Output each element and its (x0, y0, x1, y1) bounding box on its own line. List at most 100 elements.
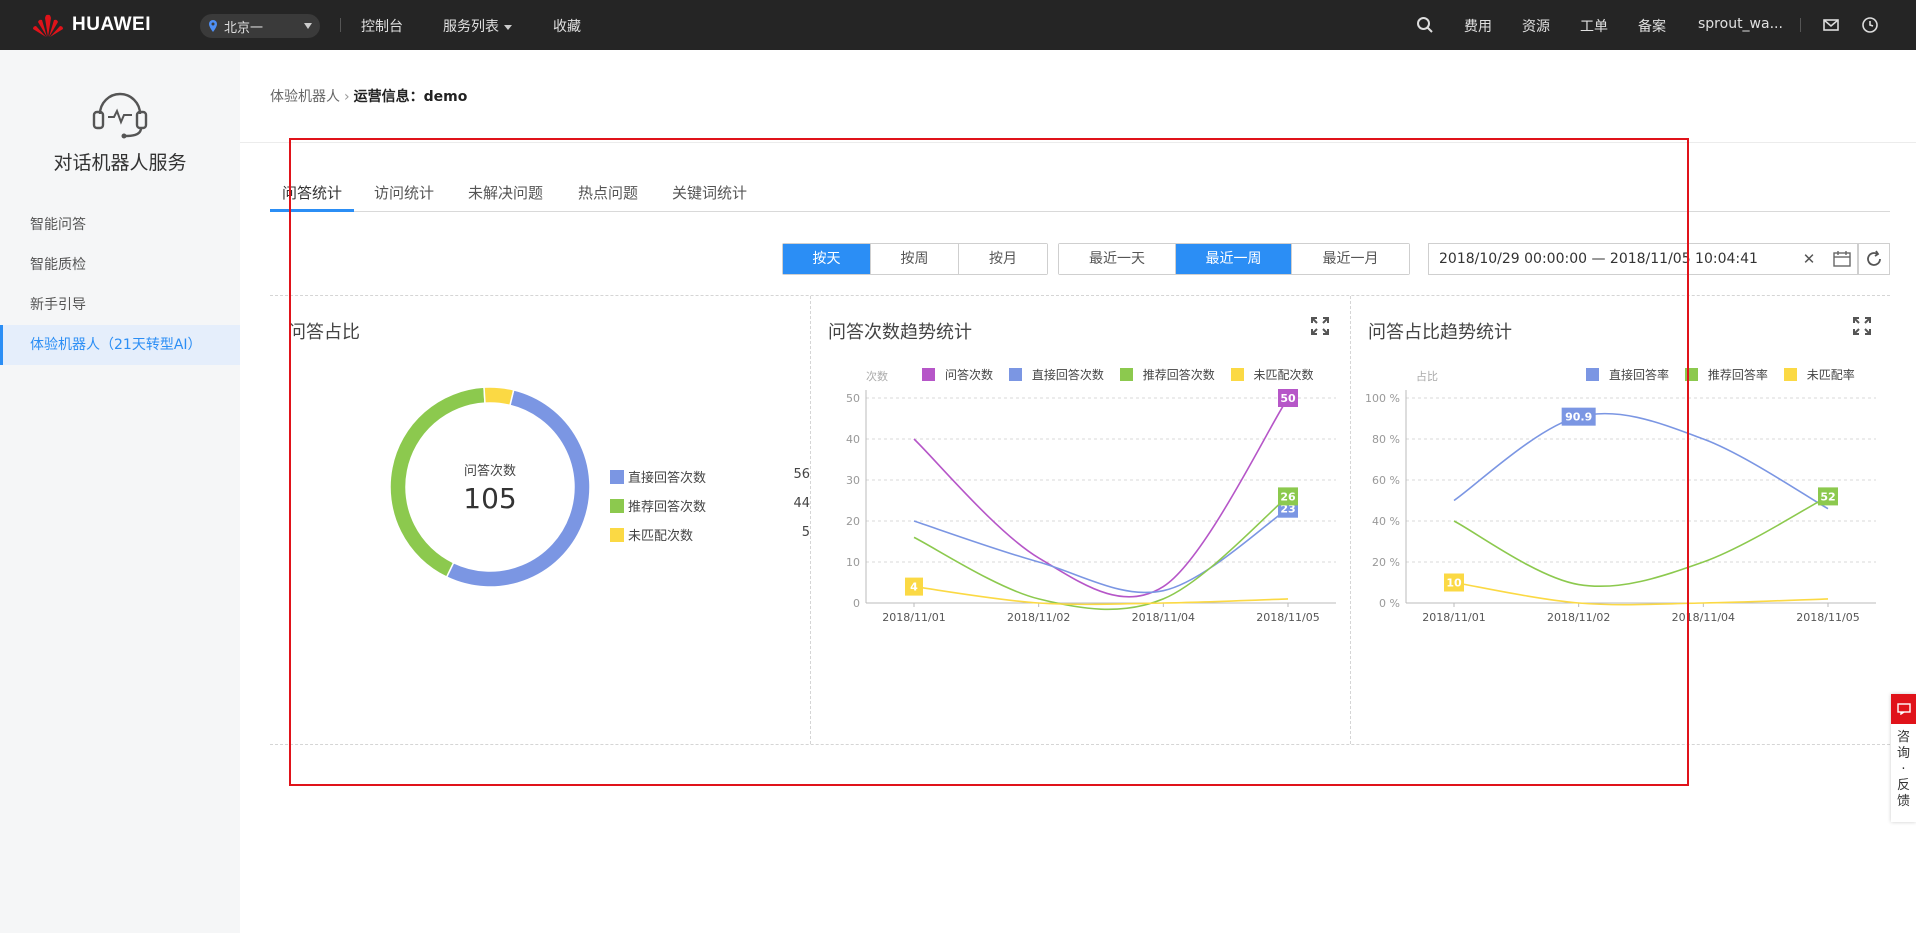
refresh-button[interactable] (1858, 243, 1890, 275)
data-label: 4 (910, 581, 918, 594)
nav-tickets[interactable]: 工单 (1580, 16, 1608, 36)
legend-item[interactable]: 未匹配次数 5 (610, 524, 810, 544)
nav-favorites[interactable]: 收藏 (553, 16, 581, 36)
breadcrumb-separator: › (344, 89, 350, 105)
y-tick-label: 100 % (1365, 392, 1400, 405)
legend-swatch (610, 528, 624, 542)
calendar-icon[interactable] (1833, 251, 1851, 267)
stats-panels: 问答占比 问答次数 105 直接回答次数 56 推荐回答次数 44 未匹配次数 5 问… (270, 295, 1890, 745)
data-label: 90.9 (1565, 411, 1592, 424)
x-tick-label: 2018/11/05 (1256, 611, 1319, 624)
brand-name: HUAWEI (72, 14, 151, 35)
nav-resources[interactable]: 资源 (1522, 16, 1550, 36)
legend-label: 推荐回答次数 (628, 500, 707, 515)
mail-icon[interactable] (1822, 16, 1840, 34)
donut-chart (389, 386, 591, 588)
x-tick-label: 2018/11/04 (1672, 611, 1735, 624)
date-range-input[interactable]: 2018/10/29 00:00:00 — 2018/11/05 10:04:4… (1428, 243, 1858, 275)
granularity-toggle: 按天 按周 按月 (782, 243, 1048, 275)
legend-label: 未匹配次数 (628, 529, 694, 544)
x-tick-label: 2018/11/04 (1132, 611, 1195, 624)
clear-icon[interactable]: ✕ (1799, 244, 1819, 274)
data-label: 50 (1280, 392, 1296, 405)
huawei-logo-icon (33, 14, 63, 38)
user-menu[interactable]: sprout_wa... (1698, 16, 1783, 32)
search-icon[interactable] (1416, 16, 1434, 34)
series-line (1453, 412, 1829, 510)
nav-service-list[interactable]: 服务列表 (443, 16, 512, 36)
feedback-label: 咨询 · 反馈 (1896, 730, 1910, 809)
ratio-panel: 问答占比 问答次数 105 直接回答次数 56 推荐回答次数 44 未匹配次数 5 (270, 296, 810, 744)
legend-value: 56 (793, 467, 810, 482)
donut-center-label: 问答次数 (463, 464, 516, 479)
location-pin-icon (209, 20, 217, 32)
y-tick-label: 10 (846, 556, 860, 569)
x-tick-label: 2018/11/02 (1547, 611, 1610, 624)
y-tick-label: 20 % (1372, 556, 1400, 569)
region-selector[interactable]: 北京一 (200, 14, 320, 38)
by-day-button[interactable]: 按天 (783, 244, 871, 274)
divider (240, 142, 1916, 143)
huawei-logo[interactable]: HUAWEI (30, 12, 151, 38)
y-tick-label: 0 (853, 597, 860, 610)
breadcrumb-parent[interactable]: 体验机器人 (270, 89, 340, 105)
sidebar-item-quality-check[interactable]: 智能质检 (0, 245, 240, 285)
series-line (1453, 581, 1829, 606)
nav-icp[interactable]: 备案 (1638, 16, 1666, 36)
y-tick-label: 40 % (1372, 515, 1400, 528)
clock-icon[interactable] (1861, 16, 1879, 34)
sidebar: 对话机器人服务 智能问答 智能质检 新手引导 体验机器人（21天转型AI） (0, 50, 240, 933)
legend-item[interactable]: 推荐回答次数 44 (610, 495, 810, 515)
refresh-icon (1867, 250, 1881, 266)
x-tick-label: 2018/11/01 (882, 611, 945, 624)
legend-value: 5 (801, 525, 810, 540)
stats-tabs: 问答统计 访问统计 未解决问题 热点问题 关键词统计 (270, 180, 1890, 212)
x-tick-label: 2018/11/02 (1007, 611, 1070, 624)
chat-icon (1891, 694, 1916, 724)
tab-keyword-stats[interactable]: 关键词统计 (672, 180, 747, 212)
divider (340, 18, 341, 32)
ratio-trend-chart: 占比 0 % 20 % 40 % 60 % 80 % 100 % 2018/11/01 2018… (1365, 369, 1876, 624)
legend-swatch (610, 470, 624, 484)
data-label: 52 (1820, 490, 1835, 503)
feedback-widget[interactable]: 咨询 · 反馈 (1891, 694, 1916, 822)
chevron-down-icon (304, 23, 312, 29)
series-line (913, 397, 1289, 598)
nav-billing[interactable]: 费用 (1464, 16, 1492, 36)
data-label: 26 (1280, 490, 1296, 503)
last-week-button[interactable]: 最近一周 (1176, 244, 1292, 274)
top-nav-bar: HUAWEI 北京一 控制台 服务列表 收藏 费用 资源 工单 备案 sprou… (0, 0, 1916, 50)
sidebar-item-demo-robot[interactable]: 体验机器人（21天转型AI） (0, 325, 240, 365)
breadcrumb: 体验机器人 › 运营信息：demo (270, 86, 467, 106)
tab-unresolved[interactable]: 未解决问题 (468, 180, 543, 212)
x-tick-label: 2018/11/05 (1796, 611, 1859, 624)
last-day-button[interactable]: 最近一天 (1059, 244, 1176, 274)
date-range-value: 2018/10/29 00:00:00 — 2018/11/05 10:04:4… (1439, 251, 1758, 267)
service-title: 对话机器人服务 (53, 152, 187, 174)
legend-item[interactable]: 直接回答次数 56 (610, 466, 810, 486)
donut-slice (483, 386, 515, 407)
divider (1800, 18, 1801, 32)
chevron-down-icon (504, 24, 512, 30)
x-tick-label: 2018/11/01 (1422, 611, 1485, 624)
sidebar-item-smart-qa[interactable]: 智能问答 (0, 205, 240, 245)
by-month-button[interactable]: 按月 (959, 244, 1047, 274)
donut-center-value: 105 (463, 482, 517, 515)
by-week-button[interactable]: 按周 (871, 244, 959, 274)
headset-robot-icon (92, 92, 148, 139)
tab-qa-stats[interactable]: 问答统计 (270, 180, 354, 212)
y-tick-label: 30 (846, 474, 860, 487)
nav-service-list-label: 服务列表 (443, 19, 499, 35)
nav-console[interactable]: 控制台 (361, 16, 403, 36)
ratio-trend-panel: 问答占比趋势统计 直接回答率 推荐回答率 未匹配率 占比 0 % 20 % 40 % 6… (1350, 296, 1890, 744)
tab-hot-questions[interactable]: 热点问题 (578, 180, 638, 212)
sidebar-item-guide[interactable]: 新手引导 (0, 285, 240, 325)
y-axis-label: 次数 (866, 369, 888, 383)
y-axis-label: 占比 (1416, 369, 1438, 383)
count-trend-chart: 次数 0 10 20 30 40 50 2018/11/01 2018/11/02 2018/11… (846, 369, 1336, 624)
last-month-button[interactable]: 最近一月 (1292, 244, 1409, 274)
y-tick-label: 80 % (1372, 433, 1400, 446)
legend-value: 44 (793, 496, 810, 511)
tab-visit-stats[interactable]: 访问统计 (374, 180, 434, 212)
y-tick-label: 20 (846, 515, 860, 528)
